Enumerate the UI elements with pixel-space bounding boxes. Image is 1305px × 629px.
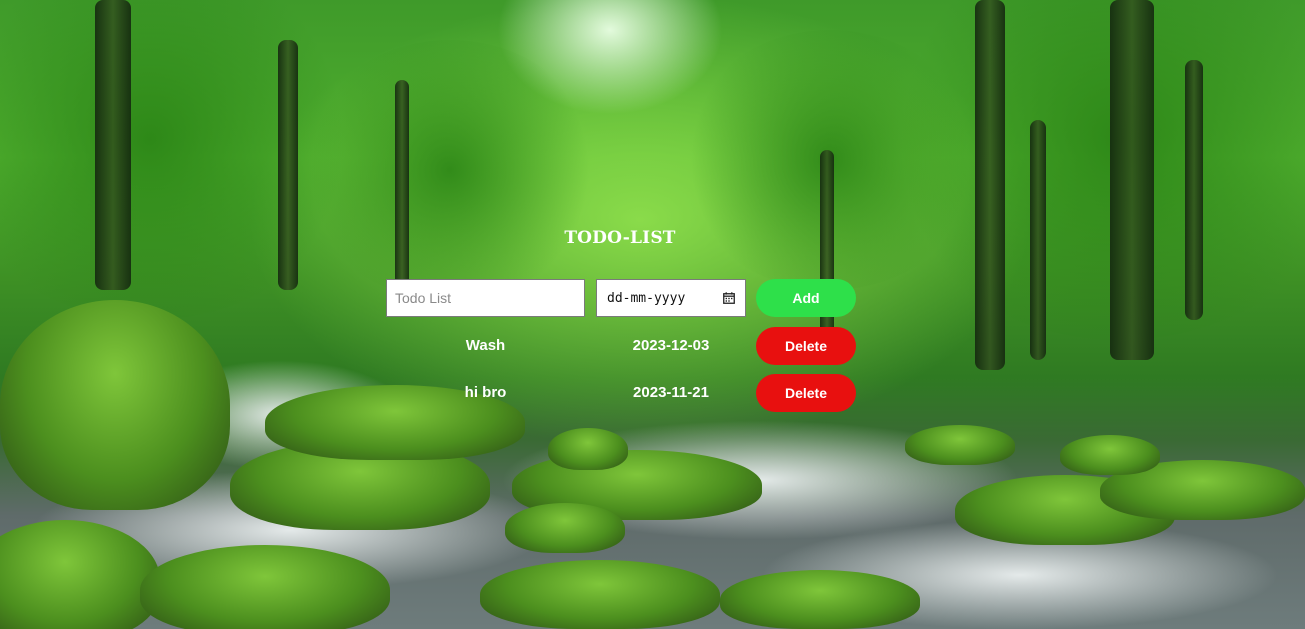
add-button[interactable]: Add bbox=[756, 279, 856, 317]
todo-app: TODO-LIST dd-mm-yyyy Add Wash bbox=[0, 0, 1305, 629]
page-title: TODO-LIST bbox=[564, 228, 676, 248]
date-input-placeholder: dd-mm-yyyy bbox=[607, 290, 686, 306]
todo-item: hi bro 2023-11-21 Delete bbox=[386, 374, 856, 412]
date-input[interactable]: dd-mm-yyyy bbox=[596, 279, 746, 317]
todo-item: Wash 2023-12-03 Delete bbox=[386, 327, 856, 365]
todo-item-date: 2023-11-21 bbox=[633, 384, 709, 401]
todo-item-name: hi bro bbox=[464, 384, 507, 401]
todo-item-date: 2023-12-03 bbox=[632, 337, 710, 354]
delete-button[interactable]: Delete bbox=[756, 327, 856, 365]
todo-input[interactable] bbox=[386, 279, 585, 317]
calendar-icon[interactable] bbox=[723, 292, 735, 304]
add-todo-form: dd-mm-yyyy Add bbox=[386, 279, 856, 317]
todo-item-name: Wash bbox=[465, 337, 506, 354]
delete-button[interactable]: Delete bbox=[756, 374, 856, 412]
